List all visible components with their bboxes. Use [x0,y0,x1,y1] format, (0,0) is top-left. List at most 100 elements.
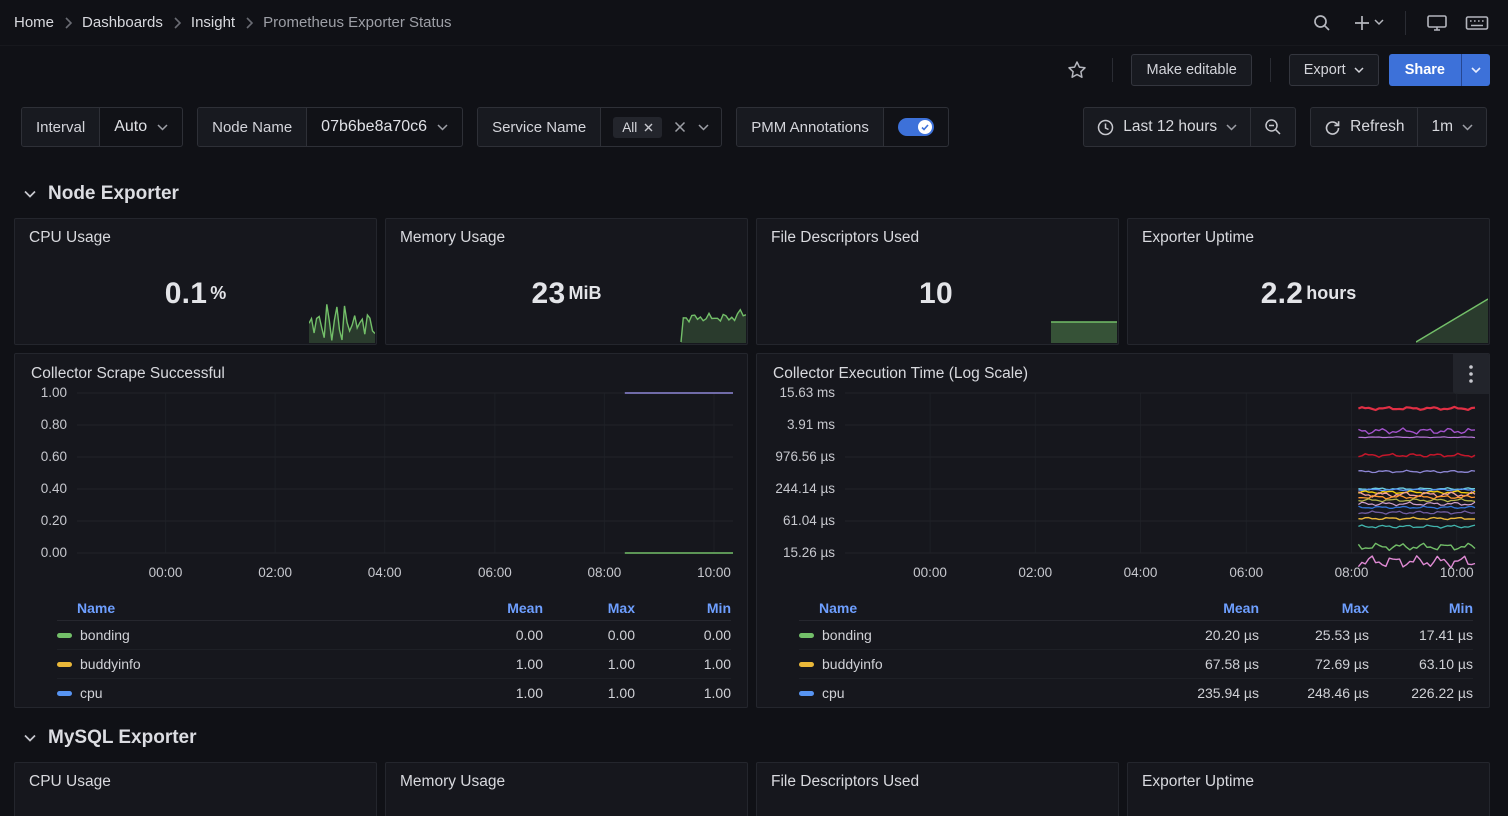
chart-plot[interactable] [845,391,1475,563]
legend-table: NameMeanMaxMinbonding0.000.000.00buddyin… [15,595,747,707]
sparkline [1051,319,1117,343]
search-button[interactable] [1305,7,1339,39]
kiosk-mode-button[interactable] [1420,7,1454,39]
service-name-dropdown-button[interactable] [698,124,709,131]
panel-title: CPU Usage [15,219,376,253]
series-color-swatch [799,662,814,667]
close-icon[interactable] [644,123,653,132]
service-name-clear-button[interactable] [674,121,686,133]
section-mysql-exporter[interactable]: MySQL Exporter [14,714,1490,762]
panel-title: File Descriptors Used [757,763,1118,797]
x-axis-tick-label: 04:00 [1124,565,1158,580]
series-color-swatch [57,662,72,667]
node-exporter-chart-row: Collector Scrape Successful 1.000.800.60… [14,353,1490,708]
y-axis: 1.000.800.600.400.200.00 [15,391,77,563]
legend-series-buddyinfo[interactable]: buddyinfo [57,656,447,672]
node-name-label: Node Name [198,108,307,146]
pmm-annotations-toggle[interactable] [898,118,934,136]
breadcrumb-dashboards[interactable]: Dashboards [82,14,163,31]
section-node-exporter[interactable]: Node Exporter [14,170,1490,218]
legend-row: cpu235.94 µs248.46 µs226.22 µs [799,679,1473,707]
toggle-knob [918,120,932,134]
time-range-button[interactable]: Last 12 hours [1084,108,1250,146]
stat-number: 2.2 [1261,277,1304,311]
panel-menu-button[interactable] [1453,354,1489,394]
refresh-interval-select[interactable]: 1m [1418,108,1486,146]
legend-column-min[interactable]: Min [1369,600,1473,616]
plus-icon [1353,14,1371,32]
legend-header: NameMeanMaxMin [799,595,1473,621]
legend-column-name[interactable]: Name [799,600,1141,616]
service-name-selected-pill[interactable]: All [613,117,662,138]
share-dropdown-button[interactable] [1461,54,1490,86]
make-editable-button[interactable]: Make editable [1131,54,1251,86]
breadcrumb-insight[interactable]: Insight [191,14,235,31]
legend-series-bonding[interactable]: bonding [57,627,447,643]
node-name-select[interactable]: 07b6be8a70c6 [307,108,462,146]
panel-memory-usage[interactable]: Memory Usage 23MiB [385,218,748,345]
breadcrumb-home[interactable]: Home [14,14,54,31]
chart-plot[interactable] [77,391,733,563]
divider [1112,58,1113,82]
y-axis-tick-label: 1.00 [41,385,67,400]
legend-column-name[interactable]: Name [57,600,447,616]
y-axis-tick-label: 0.20 [41,513,67,528]
y-axis-tick-label: 0.60 [41,449,67,464]
panel-title: Collector Scrape Successful [15,354,747,387]
panel-file-descriptors-used[interactable]: File Descriptors Used 10 [756,218,1119,345]
mysql-exporter-stat-row: CPU Usage Memory Usage File Descriptors … [14,762,1490,816]
legend-value: 1.00 [447,685,543,701]
top-nav-actions [1305,7,1494,39]
legend-column-max[interactable]: Max [543,600,635,616]
star-dashboard-button[interactable] [1060,54,1094,86]
legend-column-max[interactable]: Max [1259,600,1369,616]
legend-series-cpu[interactable]: cpu [57,685,447,701]
legend-column-min[interactable]: Min [635,600,731,616]
top-nav-bar: Home Dashboards Insight Prometheus Expor… [0,0,1508,46]
legend-value: 248.46 µs [1259,685,1369,701]
legend-series-cpu[interactable]: cpu [799,685,1141,701]
legend-value: 67.58 µs [1141,656,1259,672]
zoom-out-time-button[interactable] [1251,108,1295,146]
mysql-panel-cpu-usage[interactable]: CPU Usage [14,762,377,816]
panel-title: Collector Execution Time (Log Scale) [757,354,1489,387]
chevron-down-icon [1462,124,1473,131]
legend-value: 17.41 µs [1369,627,1473,643]
x-axis: 00:0002:0004:0006:0008:0010:00 [77,565,733,585]
export-button[interactable]: Export [1289,54,1379,86]
x-axis-tick-label: 10:00 [1440,565,1474,580]
series-color-swatch [799,633,814,638]
legend-value: 226.22 µs [1369,685,1473,701]
interval-filter: Interval Auto [21,107,183,147]
mysql-panel-exporter-uptime[interactable]: Exporter Uptime [1127,762,1490,816]
panel-cpu-usage[interactable]: CPU Usage 0.1% [14,218,377,345]
mysql-panel-memory-usage[interactable]: Memory Usage [385,762,748,816]
time-range-label: Last 12 hours [1123,118,1217,136]
panel-exporter-uptime[interactable]: Exporter Uptime 2.2hours [1127,218,1490,345]
legend-value: 0.00 [447,627,543,643]
legend-series-buddyinfo[interactable]: buddyinfo [799,656,1141,672]
legend-series-bonding[interactable]: bonding [799,627,1141,643]
service-name-filter: Service Name All [477,107,722,147]
add-dropdown-button[interactable] [1345,7,1391,39]
panel-title: Exporter Uptime [1128,763,1489,797]
mysql-panel-file-descriptors-used[interactable]: File Descriptors Used [756,762,1119,816]
keyboard-shortcuts-button[interactable] [1460,7,1494,39]
panel-title: Memory Usage [386,763,747,797]
legend-column-mean[interactable]: Mean [447,600,543,616]
legend-column-mean[interactable]: Mean [1141,600,1259,616]
x-axis-tick-label: 06:00 [478,565,512,580]
legend-value: 63.10 µs [1369,656,1473,672]
share-split-button: Share [1389,54,1490,86]
dashboard-body: Node Exporter CPU Usage 0.1% Memory Usag… [0,170,1508,816]
interval-select[interactable]: Auto [100,108,182,146]
share-button[interactable]: Share [1389,54,1461,86]
series-color-swatch [57,633,72,638]
legend-row: buddyinfo67.58 µs72.69 µs63.10 µs [799,650,1473,679]
chevron-down-icon [1226,124,1237,131]
service-name-value: All [622,120,637,135]
stat-unit: MiB [568,283,601,304]
x-axis-tick-label: 08:00 [1335,565,1369,580]
stat-unit: hours [1306,283,1356,304]
refresh-button[interactable]: Refresh [1311,108,1417,146]
